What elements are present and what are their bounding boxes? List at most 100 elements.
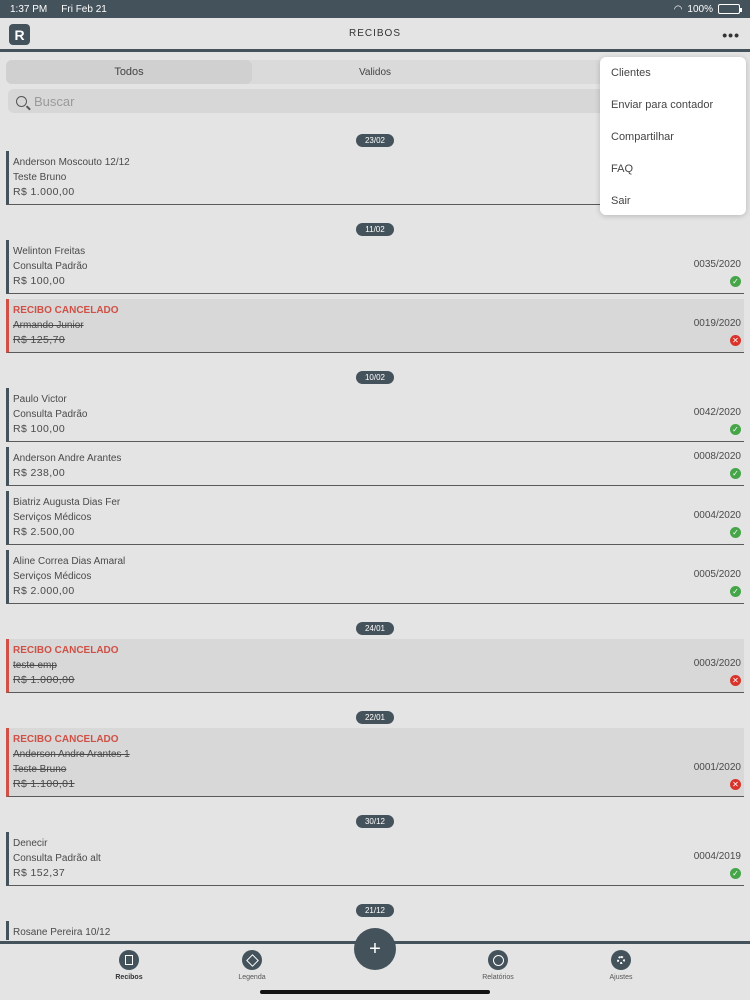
date-header: 30/12: [0, 815, 750, 828]
amount: R$ 100,00: [13, 275, 66, 287]
receipt-row[interactable]: Anderson Andre Arantes R$ 238,00 0008/2020…: [6, 447, 744, 486]
tabbar-relatorios[interactable]: Relatórios: [468, 950, 528, 981]
receipt-number: 0003/2020: [693, 658, 741, 669]
menu-item-clientes[interactable]: Clientes: [600, 63, 746, 95]
receipt-row[interactable]: Welinton Freitas Consulta Padrão R$ 100,00…: [6, 240, 744, 294]
service-description: Consulta Padrão: [13, 261, 88, 272]
service-description: Serviços Médicos: [13, 512, 92, 523]
battery-percent: 100%: [687, 3, 713, 15]
tabbar-label: Ajustes: [609, 974, 633, 981]
check-circle-icon: ✓: [730, 868, 741, 879]
date-badge: 23/02: [355, 134, 395, 147]
battery-icon: [718, 4, 742, 14]
receipt-row[interactable]: Aline Correa Dias Amaral Serviços Médicos…: [6, 550, 744, 604]
service-description: Teste Bruno: [13, 764, 67, 775]
search-input[interactable]: Buscar: [34, 94, 74, 109]
receipt-icon: [119, 950, 139, 970]
date-badge: 24/01: [355, 622, 395, 635]
cancel-label: RECIBO CANCELADO: [13, 305, 119, 316]
check-circle-icon: ✓: [730, 527, 741, 538]
receipt-row[interactable]: Denecir Consulta Padrão alt R$ 152,37 0004/…: [6, 832, 744, 886]
amount: R$ 1.000,00: [13, 674, 75, 686]
cancel-label: RECIBO CANCELADO: [13, 734, 119, 745]
tabbar-label: Relatórios: [482, 974, 514, 981]
client-name: Aline Correa Dias Amaral: [13, 556, 126, 567]
tab-validos[interactable]: Validos: [252, 60, 498, 84]
date-badge: 11/02: [356, 223, 394, 236]
x-circle-icon: ✕: [730, 335, 741, 346]
date-badge: 10/02: [355, 371, 395, 384]
search-icon: [16, 95, 27, 107]
amount: R$ 238,00: [13, 467, 66, 479]
check-circle-icon: ✓: [730, 424, 741, 435]
tag-icon: [242, 950, 262, 970]
menu-item-compartilhar[interactable]: Compartilhar: [600, 127, 746, 159]
cancelled-receipt-row[interactable]: RECIBO CANCELADO teste emp R$ 1.000,00 0003…: [6, 639, 744, 693]
amount: R$ 100,00: [13, 423, 66, 435]
receipt-number: 0042/2020: [693, 407, 741, 418]
client-name: Welinton Freitas: [13, 246, 86, 257]
receipt-list: 23/02 Anderson Moscouto 12/12 Teste Bruno R…: [0, 128, 750, 940]
app-logo-icon: R: [9, 24, 30, 45]
nav-bar: R RECIBOS •••: [0, 18, 750, 52]
pie-chart-icon: [488, 950, 508, 970]
receipt-number: 0008/2020: [693, 451, 741, 462]
status-date: Fri Feb 21: [61, 3, 107, 15]
menu-item-sair[interactable]: Sair: [600, 191, 746, 223]
date-badge: 30/12: [355, 815, 395, 828]
tabbar-legenda[interactable]: Legenda: [222, 950, 282, 981]
tabbar-ajustes[interactable]: Ajustes: [591, 950, 651, 981]
date-badge: 21/12: [355, 904, 395, 917]
x-circle-icon: ✕: [730, 779, 741, 790]
more-menu-button[interactable]: •••: [722, 27, 740, 43]
gear-icon: [611, 950, 631, 970]
date-header: 22/01: [0, 711, 750, 724]
client-name: teste emp: [13, 660, 57, 671]
tabbar-label: Recibos: [115, 974, 143, 981]
amount: R$ 1.100,01: [13, 778, 75, 790]
overflow-menu: Clientes Enviar para contador Compartilh…: [600, 57, 746, 215]
client-name: Paulo Victor: [13, 394, 67, 405]
menu-item-faq[interactable]: FAQ: [600, 159, 746, 191]
cancelled-receipt-row[interactable]: RECIBO CANCELADO Anderson Andre Arantes 1…: [6, 728, 744, 797]
amount: R$ 125,70: [13, 334, 66, 346]
amount: R$ 2.500,00: [13, 526, 75, 538]
tab-todos[interactable]: Todos: [6, 60, 252, 84]
status-bar: 1:37 PM Fri Feb 21 ◠ 100%: [0, 0, 750, 18]
cancelled-receipt-row[interactable]: RECIBO CANCELADO Armando Junior R$ 125,70 0…: [6, 299, 744, 353]
status-time: 1:37 PM: [10, 3, 48, 15]
amount: R$ 152,37: [13, 867, 66, 879]
client-name: Denecir: [13, 838, 48, 849]
menu-item-enviar-contador[interactable]: Enviar para contador: [600, 95, 746, 127]
x-circle-icon: ✕: [730, 675, 741, 686]
tabbar-label: Legenda: [238, 974, 266, 981]
date-badge: 22/01: [355, 711, 395, 724]
receipt-number: 0001/2020: [693, 762, 741, 773]
date-header: 11/02: [0, 223, 750, 236]
receipt-row[interactable]: Biatriz Augusta Dias Fer Serviços Médicos…: [6, 491, 744, 545]
amount: R$ 2.000,00: [13, 585, 75, 597]
receipt-number: 0019/2020: [693, 318, 741, 329]
service-description: Consulta Padrão alt: [13, 853, 101, 864]
tabbar-recibos[interactable]: Recibos: [99, 950, 159, 981]
date-header: 10/02: [0, 371, 750, 384]
cancel-label: RECIBO CANCELADO: [13, 645, 119, 656]
client-name: Anderson Andre Arantes: [13, 453, 122, 464]
client-name: Armando Junior: [13, 320, 84, 331]
wifi-icon: ◠: [673, 3, 683, 15]
client-name: Anderson Andre Arantes 1: [13, 749, 130, 760]
receipt-number: 0005/2020: [693, 569, 741, 580]
check-circle-icon: ✓: [730, 468, 741, 479]
page-title: RECIBOS: [348, 28, 401, 39]
service-description: Consulta Padrão: [13, 409, 88, 420]
check-circle-icon: ✓: [730, 586, 741, 597]
receipt-row[interactable]: Paulo Victor Consulta Padrão R$ 100,00 0042…: [6, 388, 744, 442]
home-indicator: [260, 990, 490, 994]
check-circle-icon: ✓: [730, 276, 741, 287]
date-header: 24/01: [0, 622, 750, 635]
service-description: Serviços Médicos: [13, 571, 92, 582]
receipt-number: 0004/2020: [693, 510, 741, 521]
client-name: Biatriz Augusta Dias Fer: [13, 497, 121, 508]
date-header: 21/12: [0, 904, 750, 917]
add-receipt-button[interactable]: +: [354, 928, 396, 970]
